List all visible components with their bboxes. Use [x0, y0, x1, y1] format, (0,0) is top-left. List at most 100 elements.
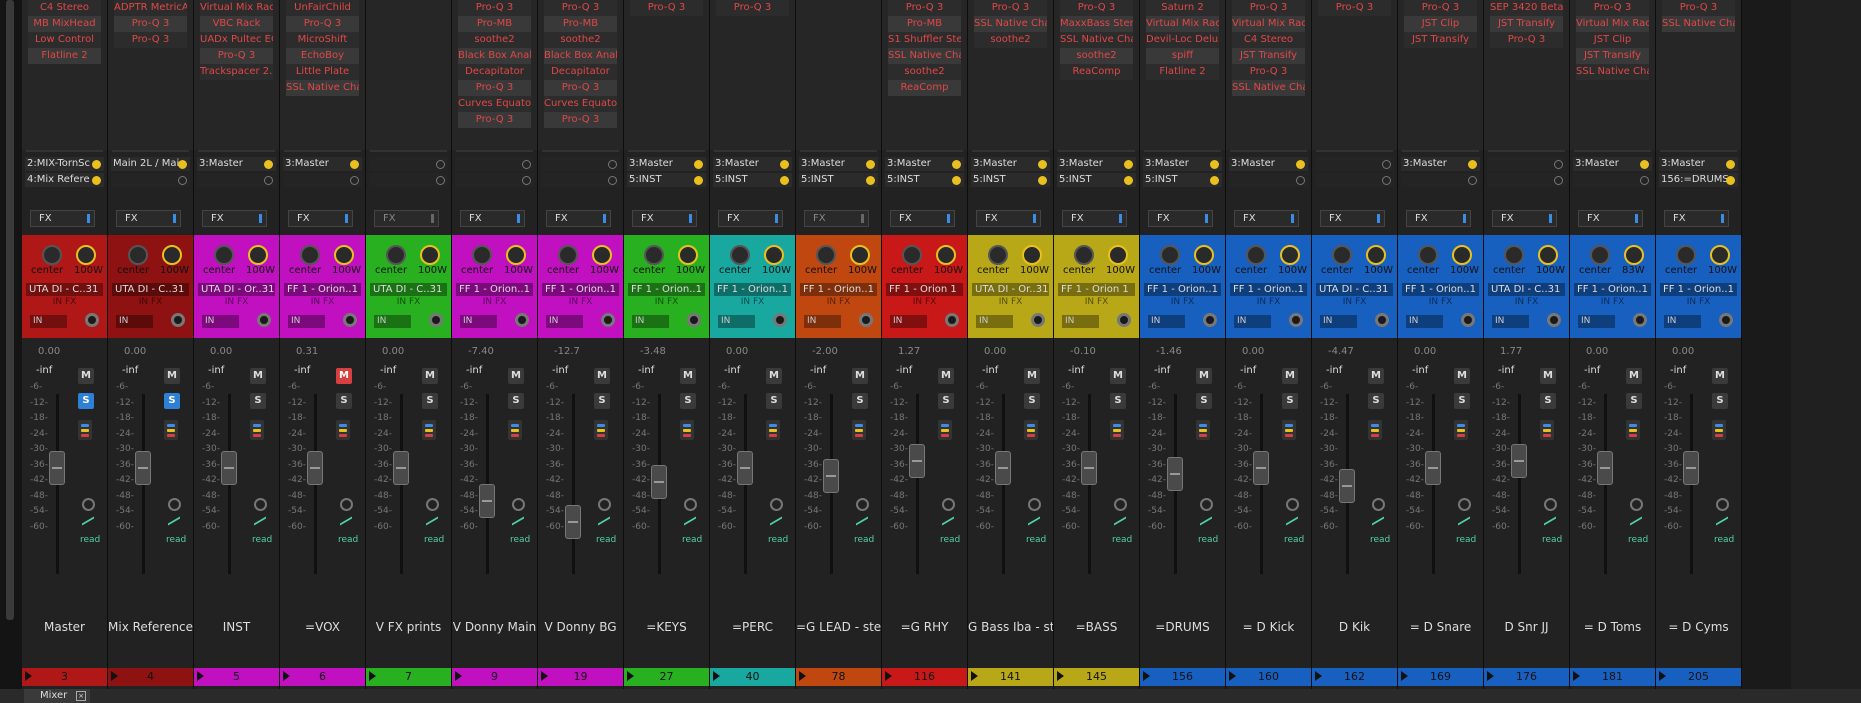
solo-button[interactable]: S: [1196, 393, 1212, 409]
send-slot[interactable]: [455, 173, 534, 187]
automation-icon[interactable]: [856, 510, 868, 526]
plugin-slot[interactable]: Pro-Q 3: [716, 0, 789, 16]
fx-button[interactable]: FX: [116, 210, 181, 227]
plugin-slot[interactable]: MB MixHead: [28, 16, 101, 32]
send-level-knob[interactable]: [1296, 176, 1305, 185]
automation-icon[interactable]: [1716, 510, 1728, 526]
record-monitor-icon[interactable]: [773, 313, 787, 327]
fx-button[interactable]: FX: [1406, 210, 1471, 227]
plugin-slot[interactable]: Curves Equator 5: [544, 96, 617, 112]
plugin-slot[interactable]: Decapitator: [458, 64, 531, 80]
mute-button[interactable]: M: [1110, 368, 1126, 384]
folder-arrow-icon[interactable]: [885, 671, 892, 681]
fx-button[interactable]: FX: [632, 210, 697, 227]
automation-icon[interactable]: [1200, 510, 1212, 526]
plugin-slot[interactable]: JST Clip: [1576, 32, 1649, 48]
solo-button[interactable]: S: [1368, 393, 1384, 409]
plugin-slot[interactable]: ADPTR MetricAB: [114, 0, 187, 16]
plugin-slot[interactable]: Flatline 2: [28, 48, 101, 64]
channel-number[interactable]: 181: [1570, 668, 1655, 686]
fx-button[interactable]: FX: [1320, 210, 1385, 227]
pan-knob[interactable]: [816, 245, 836, 265]
send-level-knob[interactable]: [92, 160, 101, 169]
plugin-slot[interactable]: Pro-Q 3: [458, 0, 531, 16]
send-level-knob[interactable]: [522, 176, 531, 185]
meter-icon[interactable]: [78, 420, 92, 440]
plugin-slot[interactable]: SSL Native Chann: [1662, 16, 1735, 32]
plugin-slot[interactable]: Decapitator: [544, 64, 617, 80]
mute-button[interactable]: M: [422, 368, 438, 384]
gear-icon[interactable]: [426, 498, 439, 511]
meter-icon[interactable]: [250, 420, 264, 440]
width-knob[interactable]: [420, 245, 440, 265]
send-level-knob[interactable]: [178, 160, 187, 169]
plugin-slot[interactable]: Pro-Q 3: [114, 16, 187, 32]
pan-knob[interactable]: [472, 245, 492, 265]
in-fx-label[interactable]: IN FX: [1570, 297, 1655, 307]
plugin-slot[interactable]: soothe2: [458, 32, 531, 48]
channel-name[interactable]: Master: [22, 620, 107, 634]
fx-button[interactable]: FX: [460, 210, 525, 227]
plugin-slot[interactable]: soothe2: [974, 32, 1047, 48]
solo-button[interactable]: S: [1626, 393, 1642, 409]
meter-icon[interactable]: [422, 420, 436, 440]
folder-arrow-icon[interactable]: [1315, 671, 1322, 681]
send-slot[interactable]: 5:INST: [885, 173, 964, 187]
volume-fader[interactable]: [1081, 451, 1097, 485]
send-slot[interactable]: 3:Master: [1401, 157, 1480, 171]
mute-button[interactable]: M: [78, 368, 94, 384]
folder-arrow-icon[interactable]: [111, 671, 118, 681]
fx-button[interactable]: FX: [804, 210, 869, 227]
input-select[interactable]: FF 1 - Orion..1: [800, 283, 877, 296]
input-select[interactable]: UTA DI - Or..31: [972, 283, 1049, 296]
automation-icon[interactable]: [82, 510, 94, 526]
send-level-knob[interactable]: [608, 160, 617, 169]
input-select[interactable]: FF 1 - Orion..1: [284, 283, 361, 296]
volume-readout[interactable]: 0.00: [38, 346, 60, 357]
plugin-slot[interactable]: SEP 3420 Beta 2: [1490, 0, 1563, 16]
volume-readout[interactable]: 1.27: [898, 346, 920, 357]
volume-readout[interactable]: 0.00: [210, 346, 232, 357]
gear-icon[interactable]: [770, 498, 783, 511]
plugin-slot[interactable]: Saturn 2: [1146, 0, 1219, 16]
pan-knob[interactable]: [214, 245, 234, 265]
folder-arrow-icon[interactable]: [369, 671, 376, 681]
channel-name[interactable]: G Bass Iba - ster: [968, 620, 1053, 634]
volume-fader[interactable]: [737, 451, 753, 485]
automation-icon[interactable]: [512, 510, 524, 526]
in-fx-label[interactable]: IN FX: [1398, 297, 1483, 307]
automation-mode[interactable]: read: [80, 535, 100, 545]
record-monitor-icon[interactable]: [1547, 313, 1561, 327]
gear-icon[interactable]: [1286, 498, 1299, 511]
automation-icon[interactable]: [598, 510, 610, 526]
automation-mode[interactable]: read: [596, 535, 616, 545]
channel-name[interactable]: D Snr JJ: [1484, 620, 1569, 634]
in-fx-label[interactable]: IN FX: [538, 297, 623, 307]
automation-mode[interactable]: read: [338, 535, 358, 545]
plugin-slot[interactable]: Pro-Q 3: [544, 0, 617, 16]
volume-fader[interactable]: [995, 451, 1011, 485]
input-select[interactable]: FF 1 - Orion..1: [628, 283, 705, 296]
send-slot[interactable]: [541, 157, 620, 171]
automation-mode[interactable]: read: [510, 535, 530, 545]
record-monitor-icon[interactable]: [1031, 313, 1045, 327]
input-mode-select[interactable]: IN: [1578, 315, 1615, 328]
meter-icon[interactable]: [164, 420, 178, 440]
automation-mode[interactable]: read: [768, 535, 788, 545]
mute-button[interactable]: M: [1024, 368, 1040, 384]
input-mode-select[interactable]: IN: [1492, 315, 1529, 328]
gear-icon[interactable]: [1114, 498, 1127, 511]
volume-readout[interactable]: 1.77: [1500, 346, 1522, 357]
gear-icon[interactable]: [168, 498, 181, 511]
channel-name[interactable]: = D Kick: [1226, 620, 1311, 634]
plugin-slot[interactable]: Pro-Q 3: [1404, 0, 1477, 16]
pan-knob[interactable]: [1160, 245, 1180, 265]
send-level-knob[interactable]: [952, 176, 961, 185]
record-monitor-icon[interactable]: [1633, 313, 1647, 327]
plugin-slot[interactable]: C4 Stereo: [28, 0, 101, 16]
fx-button[interactable]: FX: [976, 210, 1041, 227]
input-mode-select[interactable]: IN: [718, 315, 755, 328]
gear-icon[interactable]: [942, 498, 955, 511]
send-slot[interactable]: [1401, 173, 1480, 187]
record-monitor-icon[interactable]: [429, 313, 443, 327]
